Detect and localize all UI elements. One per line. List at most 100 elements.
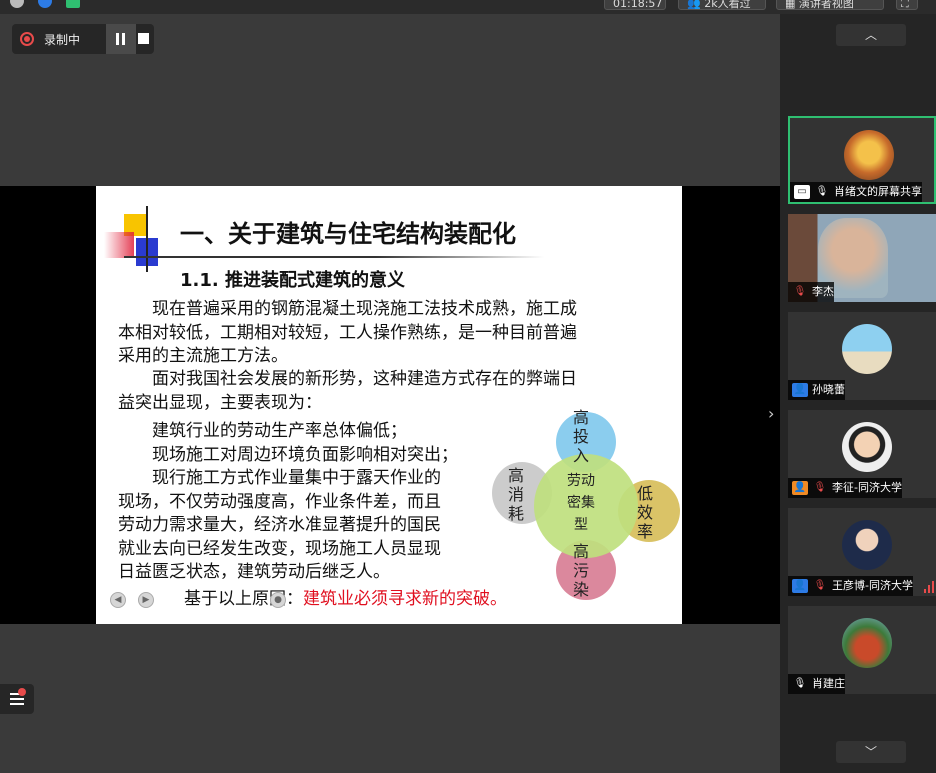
diagram-char: 率 (636, 522, 653, 541)
decor-vertical-line (146, 206, 148, 272)
participant-namebar: 👤 🎙 王彦博-同济大学 (788, 576, 913, 596)
paragraph-line: 劳动力需求量大，经济水准显著提升的国民 (118, 515, 441, 535)
diagram-label-center: 劳动 密集 型 (558, 470, 604, 536)
participant-name: 孙晓蕾 (812, 383, 845, 396)
mic-muted-icon: 🎙 (813, 482, 827, 493)
mic-icon: 🎙 (815, 186, 829, 197)
participant-namebar: 🎙 肖建庄 (788, 674, 845, 694)
recording-status: 录制中 (44, 33, 81, 47)
notification-badge (18, 688, 26, 696)
participant-tile[interactable]: 👤 🎙 李征-同济大学 (788, 410, 936, 498)
paragraph-line: 面对我国社会发展的新形势，这种建造方式存在的弊端日 (118, 369, 577, 389)
prev-slide-icon[interactable]: ◀ (110, 592, 126, 608)
mic-muted-icon: 🎙 (813, 580, 827, 591)
participant-namebar: 👤 孙晓蕾 (788, 380, 845, 400)
diagram-label-right: 低 效 率 (632, 484, 658, 541)
recording-control: 录制中 (12, 24, 154, 54)
pause-recording-button[interactable] (106, 24, 136, 54)
paragraph-line: 现行施工方式作业量集中于露天作业的 (118, 468, 441, 488)
top-toolbar: 01:18:57 👥 2k人看过 ▦ 演讲者视图 ⛶ (0, 0, 936, 14)
paragraph-3: 建筑行业的劳动生产率总体偏低； 现场施工对周边环境负面影响相对突出； (118, 420, 458, 467)
diagram-char: 低 (636, 484, 653, 503)
paragraph-line: 就业去向已经发生改变，现场施工人员显现 (118, 538, 441, 559)
menu-line (10, 698, 24, 700)
fullscreen-button[interactable]: ⛶ (896, 0, 918, 10)
slide: 一、关于建筑与住宅结构装配化 1.1. 推进装配式建筑的意义 现在普遍采用的钢筋… (96, 186, 682, 624)
grid-icon: ▦ (785, 0, 799, 10)
app-window: 01:18:57 👥 2k人看过 ▦ 演讲者视图 ⛶ 录制中 一、关于建筑与住宅… (0, 0, 936, 773)
decor-horizontal-line (124, 256, 544, 258)
diagram-text: 密集 (567, 495, 595, 511)
chevron-down-icon: ﹀ (864, 745, 877, 759)
paragraph-line: 日益匮乏状态，建筑劳动后继乏人。 (118, 562, 390, 582)
participant-tile[interactable]: 👤 🎙 王彦博-同济大学 (788, 508, 936, 596)
view-mode-dropdown[interactable]: ▦ 演讲者视图 (776, 0, 884, 10)
scroll-up-button[interactable]: ︿ (836, 24, 906, 46)
paragraph-4: 现行施工方式作业量集中于露天作业的 现场，不仅劳动强度高，作业条件差，而且 劳动… (118, 467, 441, 585)
stop-recording-button[interactable] (136, 24, 154, 54)
avatar (842, 520, 892, 570)
diagram-char: 高 (572, 408, 589, 427)
diagram-char: 消 (507, 485, 524, 504)
menu-line (10, 703, 24, 705)
mic-icon: 🎙 (793, 678, 807, 689)
viewers-button[interactable]: 👥 2k人看过 (678, 0, 766, 10)
diagram-char: 污 (572, 561, 589, 580)
slide-title: 一、关于建筑与住宅结构装配化 (180, 220, 516, 248)
participant-namebar: 👤 🎙 李征-同济大学 (788, 478, 902, 498)
paragraph-line: 建筑行业的劳动生产率总体偏低； (118, 421, 407, 441)
signal-icon[interactable] (66, 0, 80, 8)
user-icon: 👤 (792, 481, 808, 495)
diagram-label-left: 高 消 耗 (503, 466, 529, 523)
avatar (842, 618, 892, 668)
scroll-down-button[interactable]: ﹀ (836, 741, 906, 763)
participant-namebar: ▭ 🎙 肖绪文的屏幕共享 (790, 182, 922, 202)
paragraph-line: 现场，不仅劳动强度高，作业条件差，而且 (118, 491, 441, 512)
diagram-char: 耗 (507, 504, 524, 523)
paragraph-line: 益突出显现，主要表现为： (118, 392, 322, 413)
diagram-char: 染 (572, 580, 589, 599)
diagram-label-bottom: 高 污 染 (568, 542, 594, 599)
participant-name: 王彦博-同济大学 (832, 579, 913, 592)
paragraph-line: 本相对较低，工期相对较短，工人操作熟练，是一种目前普遍 (118, 322, 577, 343)
viewers-count: 2k人看过 (704, 0, 751, 10)
participant-name: 李杰 (812, 285, 834, 298)
paragraph-2: 面对我国社会发展的新形势，这种建造方式存在的弊端日 益突出显现，主要表现为： (118, 368, 577, 415)
conclusion-highlight: 建筑业必须寻求新的突破。 (303, 589, 507, 609)
participant-tile[interactable]: 🎙 肖建庄 (788, 606, 936, 694)
fullscreen-icon: ⛶ (901, 0, 909, 10)
chat-menu-button[interactable] (0, 684, 34, 714)
participant-name: 肖绪文的屏幕共享 (834, 185, 922, 198)
meeting-timer: 01:18:57 (604, 0, 666, 10)
shield-icon[interactable] (38, 0, 52, 8)
user-icon: 👤 (792, 383, 808, 397)
participant-tile[interactable]: 🎙 李杰 (788, 214, 936, 302)
diagram-char: 入 (572, 446, 589, 465)
participant-tile[interactable]: 👤 孙晓蕾 (788, 312, 936, 400)
diagram-char: 高 (572, 542, 589, 561)
conclusion-line: 基于以上原因：建筑业必须寻求新的突破。 (184, 588, 507, 612)
view-mode-label: 演讲者视图 (798, 0, 854, 10)
participant-namebar: 🎙 李杰 (788, 282, 834, 302)
participants-panel: ︿ ▭ 🎙 肖绪文的屏幕共享 🎙 李杰 👤 孙晓蕾 👤 🎙 李征-同济大学 👤 🎙 王彦博-同济… (780, 14, 936, 773)
diagram-text: 劳动 (567, 473, 595, 489)
signal-strength-icon (924, 581, 934, 593)
diagram-char: 高 (507, 466, 524, 485)
chevron-right-icon[interactable]: › (768, 404, 774, 423)
diagram-label-top: 高 投 入 (568, 408, 594, 465)
screen-share-icon: ▭ (794, 185, 810, 199)
mic-muted-icon: 🎙 (793, 286, 807, 297)
participant-name: 肖建庄 (812, 677, 845, 690)
participant-tile[interactable]: ▭ 🎙 肖绪文的屏幕共享 (788, 116, 936, 204)
paragraph-line: 采用的主流施工方法。 (118, 346, 288, 366)
viewers-icon: 👥 (687, 0, 705, 10)
next-slide-icon[interactable]: ▶ (138, 592, 154, 608)
shared-screen: 一、关于建筑与住宅结构装配化 1.1. 推进装配式建筑的意义 现在普遍采用的钢筋… (0, 186, 780, 624)
paragraph-line: 现场施工对周边环境负面影响相对突出； (118, 444, 458, 465)
chevron-up-icon: ︿ (864, 28, 877, 42)
decor-red-block (104, 232, 134, 258)
presentation-area: 录制中 一、关于建筑与住宅结构装配化 1.1. 推进装配式建筑的意义 现在普遍采… (0, 14, 780, 773)
user-icon: 👤 (792, 579, 808, 593)
slide-menu-icon[interactable]: ● (270, 592, 286, 608)
info-icon[interactable] (10, 0, 24, 8)
